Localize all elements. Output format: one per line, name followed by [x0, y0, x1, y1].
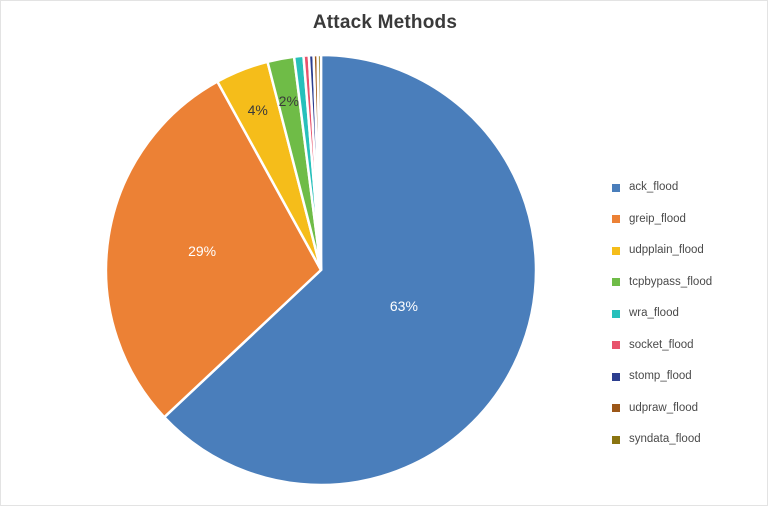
legend-item[interactable]: tcpbypass_flood — [612, 267, 762, 299]
legend-color-swatch-icon — [612, 183, 620, 192]
legend-color-swatch-icon — [612, 215, 620, 224]
pie-slice-value-label: 2% — [279, 93, 299, 109]
legend-item-label: greip_flood — [629, 212, 686, 225]
legend-item-label: stomp_flood — [629, 370, 692, 382]
legend-item-label: ack_flood — [629, 181, 679, 193]
legend-item[interactable]: socket_flood — [612, 330, 762, 362]
legend-item[interactable]: wra_flood — [612, 298, 762, 330]
legend-color-swatch-icon — [612, 404, 620, 413]
legend-color-swatch-icon — [612, 341, 620, 350]
legend-item[interactable]: greip_flood — [612, 204, 762, 236]
pie-chart-plot: 63% 29% 4% 2% — [106, 55, 536, 485]
legend-item-label: udpplain_flood — [629, 244, 704, 256]
legend-item[interactable]: syndata_flood — [612, 424, 762, 456]
pie-slices-group — [106, 55, 536, 485]
legend-color-swatch-icon — [612, 435, 620, 444]
pie-slice-value-label: 63% — [390, 298, 418, 314]
pie-slice-value-label: 29% — [188, 243, 216, 259]
legend-color-swatch-icon — [612, 246, 620, 255]
legend-color-swatch-icon — [612, 309, 620, 318]
pie-svg: 63% 29% 4% 2% — [106, 55, 536, 485]
legend-item-label: wra_flood — [629, 307, 679, 319]
chart-legend: ack_flood greip_flood udpplain_floodtcpbyp… — [612, 172, 762, 456]
legend-color-swatch-icon — [612, 278, 620, 287]
legend-item[interactable]: udpplain_flood — [612, 235, 762, 267]
legend-item[interactable]: ack_flood — [612, 172, 762, 204]
pie-chart-card: Attack Methods 63% 29% 4% 2% ack_floodgreip… — [0, 0, 768, 506]
legend-item-label: tcpbypass_flood — [629, 275, 713, 288]
legend-item-label: udpraw_flood — [629, 401, 699, 414]
chart-title: Attack Methods — [312, 12, 458, 33]
legend-item[interactable]: udpraw_flood — [612, 393, 762, 425]
legend-color-swatch-icon — [612, 372, 620, 381]
pie-slice-value-label: 4% — [248, 102, 268, 118]
legend-item-label: socket_flood — [629, 338, 694, 351]
legend-item-label: syndata_flood — [629, 433, 701, 445]
legend-item[interactable]: stomp_flood — [612, 361, 762, 393]
